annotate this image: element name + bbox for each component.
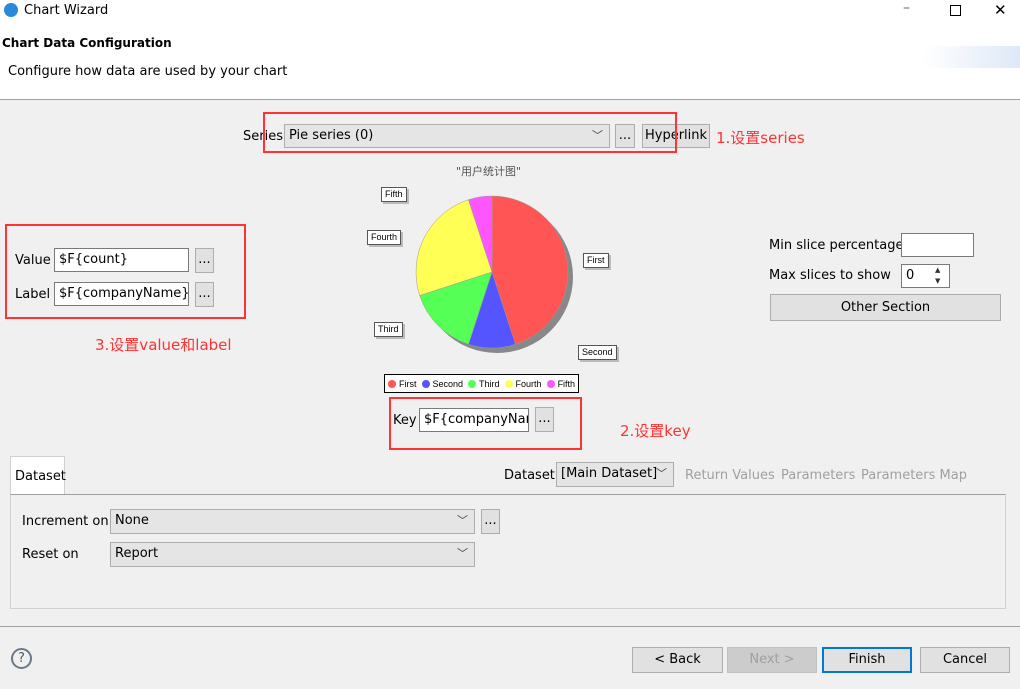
value-input[interactable]: $F{count} [54,248,189,272]
legend-label: Fourth [515,378,542,389]
reset-value: Report [115,546,159,561]
legend-swatch [388,379,396,388]
increment-on-select[interactable]: None ﹀ [110,509,475,534]
chart-title: "用户统计图" [456,165,522,178]
pie-label-first: First [583,253,609,268]
pie-label-fifth: Fifth [381,187,407,202]
maximize-icon[interactable] [950,5,961,16]
key-browse-button[interactable]: ... [535,407,554,432]
chevron-down-icon: ﹀ [656,467,667,480]
value-label: Value [15,253,51,268]
pie-label-third: Third [374,322,403,337]
key-input[interactable]: $F{companyName} [419,408,529,432]
pie-chart [415,195,573,353]
parameters-map-link[interactable]: Parameters Map [861,468,967,483]
legend-label: Fifth [557,378,576,389]
app-icon [4,3,18,17]
legend-item: Fifth [546,378,576,389]
reset-on-select[interactable]: Report ﹀ [110,542,475,567]
legend-swatch [546,379,555,388]
legend-swatch [504,379,513,388]
finish-button[interactable]: Finish [822,647,912,673]
pie-label-fourth: Fourth [367,230,402,245]
dataset-select[interactable]: [Main Dataset] ﹀ [556,462,674,487]
footer-divider [0,626,1020,627]
other-section-button[interactable]: Other Section [770,294,1001,321]
max-slices-label: Max slices to show [769,268,891,283]
parameters-link[interactable]: Parameters [781,468,855,483]
dataset-value: [Main Dataset] [561,466,658,481]
increment-on-label: Increment on [22,514,109,529]
legend-label: Third [479,378,500,389]
label-label: Label [15,287,51,302]
key-annotation: 2.设置key [620,422,691,440]
dataset-label: Dataset [504,468,555,483]
legend-item: Second [421,378,464,389]
page-title: Chart Data Configuration [2,36,172,50]
next-button[interactable]: Next > [727,647,817,673]
max-slices-spinner[interactable]: 0 [901,264,950,288]
label-browse-button[interactable]: ... [195,282,214,307]
minimize-icon[interactable]: – [903,0,910,16]
pie-label-second: Second [578,345,617,360]
window-title: Chart Wizard [24,3,109,18]
value-label-annotation: 3.设置value和label [95,336,232,354]
increment-browse-button[interactable]: ... [481,509,500,534]
legend-swatch [421,379,430,388]
increment-value: None [115,513,149,528]
legend-item: Third [468,379,500,389]
key-label: Key [393,413,417,428]
chart-legend: First Second Third Fourth Fifth [384,374,580,393]
min-slice-label: Min slice percentage [769,238,904,253]
label-input[interactable]: $F{companyName} [54,282,189,306]
chevron-down-icon: ﹀ [457,514,468,527]
title-bar: Chart Wizard – ✕ [0,0,1020,22]
series-annotation: 1.设置series [716,129,805,147]
help-icon[interactable]: ? [11,648,32,669]
page-subtitle: Configure how data are used by your char… [8,64,288,79]
cancel-button[interactable]: Cancel [920,647,1010,673]
tab-dataset-label: Dataset [15,469,66,484]
series-highlight [263,112,677,153]
back-button[interactable]: < Back [632,647,723,673]
value-browse-button[interactable]: ... [195,248,214,273]
close-icon[interactable]: ✕ [994,1,1007,19]
spinner-arrows-icon[interactable]: ▲ ▼ [935,265,940,287]
legend-item: Fourth [504,378,542,389]
legend-label: First [399,378,417,389]
return-values-link[interactable]: Return Values [685,468,775,483]
reset-on-label: Reset on [22,547,79,562]
legend-label: Second [432,378,464,389]
tab-dataset[interactable]: Dataset [10,456,66,495]
legend-swatch [468,379,477,388]
header-decoration [900,46,1020,68]
chevron-down-icon: ﹀ [457,547,468,560]
wizard-header: Chart Data Configuration Configure how d… [0,22,1020,100]
min-slice-input[interactable] [901,233,974,257]
legend-item: First [388,379,417,389]
